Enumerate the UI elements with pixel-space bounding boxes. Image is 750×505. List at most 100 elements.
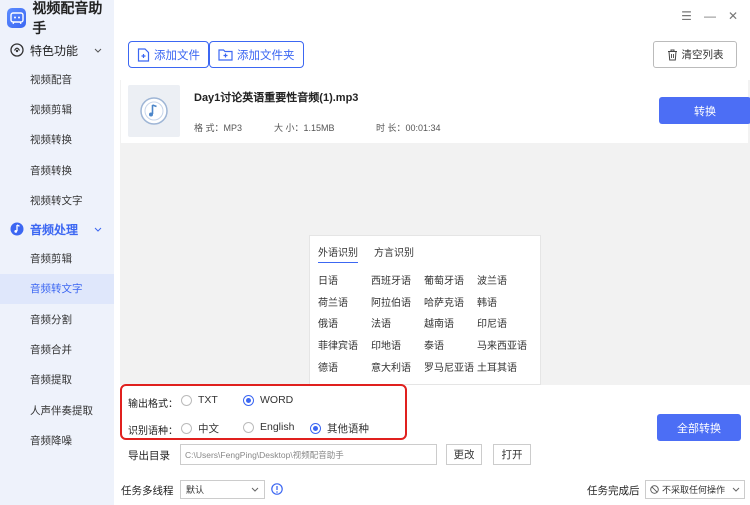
tab-foreign[interactable]: 外语识别	[318, 244, 358, 263]
sidebar-item[interactable]: 视频配音	[0, 64, 114, 94]
file-format: 格 式：MP3	[194, 123, 243, 133]
recognition-lang-label: 识别语种：	[128, 426, 178, 437]
after-complete-value: 不采取任何操作	[662, 485, 726, 495]
export-path-field[interactable]: C:\Users\FengPing\Desktop\视频配音助手	[180, 444, 437, 465]
sidebar-item[interactable]: 视频转换	[0, 125, 114, 155]
sidebar-section-features[interactable]: 特色功能	[0, 36, 114, 64]
language-option[interactable]: 法语	[371, 312, 424, 334]
radio-dot-selected	[310, 423, 321, 434]
language-option[interactable]: 泰语	[424, 334, 477, 356]
language-option[interactable]: 土耳其语	[477, 355, 530, 377]
window-controls: ☰ — ✕	[681, 9, 738, 23]
radio-label: TXT	[198, 394, 218, 406]
language-tabs: 外语识别 方言识别	[318, 244, 414, 263]
radio-label: English	[260, 421, 295, 433]
menu-icon[interactable]: ☰	[681, 9, 692, 23]
sidebar-section-label: 特色功能	[30, 43, 79, 58]
task-thread-select[interactable]: 默认	[180, 480, 265, 499]
radio-label: 中文	[198, 423, 219, 435]
task-thread-label: 任务多线程	[121, 485, 174, 497]
add-folder-icon	[218, 49, 233, 61]
language-option[interactable]: 哈萨克语	[424, 291, 477, 313]
radio-other-lang[interactable]: 其他语种	[310, 421, 369, 436]
language-option[interactable]: 越南语	[424, 312, 477, 334]
audio-icon	[10, 222, 24, 236]
radio-dot	[181, 423, 192, 434]
sidebar-item[interactable]: 人声伴奏提取	[0, 395, 114, 425]
language-option[interactable]: 印地语	[371, 334, 424, 356]
add-file-icon	[137, 47, 150, 62]
language-option[interactable]: 阿拉伯语	[371, 291, 424, 313]
output-format-label: 输出格式：	[128, 399, 178, 410]
radio-txt[interactable]: TXT	[181, 394, 218, 406]
radio-label: 其他语种	[327, 423, 369, 435]
convert-button[interactable]: 转换	[659, 97, 750, 124]
add-folder-label: 添加文件夹	[237, 49, 295, 62]
radio-english[interactable]: English	[243, 421, 294, 433]
language-option[interactable]: 菲律宾语	[318, 334, 371, 356]
language-panel: 外语识别 方言识别 日语 西班牙语 葡萄牙语 波兰语荷兰语 阿拉伯语 哈萨克语 韩语俄语 法语…	[309, 235, 541, 385]
file-duration: 时 长：00:01:34	[376, 123, 441, 133]
change-button[interactable]: 更改	[446, 444, 482, 465]
radio-label: WORD	[260, 394, 294, 406]
language-option[interactable]: 印尼语	[477, 312, 530, 334]
language-option[interactable]: 西班牙语	[371, 269, 424, 291]
open-button[interactable]: 打开	[493, 444, 531, 465]
chevron-down-icon	[732, 487, 740, 492]
radio-word[interactable]: WORD	[243, 394, 293, 406]
info-icon[interactable]	[271, 483, 283, 495]
add-folder-button[interactable]: 添加文件夹	[209, 41, 304, 68]
chevron-down-icon	[94, 48, 102, 53]
feature-icon	[10, 43, 24, 57]
language-option[interactable]: 罗马尼亚语	[424, 355, 477, 377]
sidebar-item[interactable]: 音频提取	[0, 365, 114, 395]
sidebar-item[interactable]: 音频转文字	[0, 273, 114, 305]
sidebar-item[interactable]: 音频剪辑	[0, 243, 114, 273]
language-option[interactable]: 日语	[318, 269, 371, 291]
language-option[interactable]: 葡萄牙语	[424, 269, 477, 291]
language-option[interactable]: 德语	[318, 355, 371, 377]
language-option[interactable]: 韩语	[477, 291, 530, 313]
sidebar-item[interactable]: 音频降噪	[0, 425, 114, 455]
chevron-down-icon	[251, 487, 259, 492]
sidebar-section-label: 音频处理	[30, 222, 79, 237]
file-name: Day1讨论英语重要性音频(1).mp3	[194, 92, 359, 104]
audio-thumbnail	[128, 85, 180, 137]
music-note-icon	[140, 97, 168, 125]
task-thread-value: 默认	[186, 485, 205, 495]
file-size: 大 小：1.15MB	[274, 123, 335, 133]
no-action-icon	[650, 485, 659, 494]
radio-dot-selected	[243, 394, 254, 406]
sidebar-item[interactable]: 音频分割	[0, 304, 114, 334]
language-option[interactable]: 荷兰语	[318, 291, 371, 313]
sidebar-item[interactable]: 视频剪辑	[0, 94, 114, 124]
add-file-label: 添加文件	[154, 49, 200, 62]
file-row[interactable]: Day1讨论英语重要性音频(1).mp3 格 式：MP3 大 小：1.15MB …	[121, 80, 750, 143]
sidebar-section-audio[interactable]: 音频处理	[0, 215, 114, 243]
convert-all-button[interactable]: 全部转换	[657, 414, 741, 441]
trash-icon	[667, 49, 677, 60]
export-dir-label: 导出目录	[128, 450, 170, 462]
clear-list-button[interactable]: 清空列表	[653, 41, 737, 68]
sidebar: 视频配音助手 特色功能 视频配音 视频剪辑 视频转换 音频转换 视频转文字 音频处理 音…	[0, 0, 114, 505]
radio-chinese[interactable]: 中文	[181, 421, 219, 436]
app-header: 视频配音助手	[0, 0, 114, 36]
add-file-button[interactable]: 添加文件	[128, 41, 209, 68]
language-option[interactable]: 俄语	[318, 312, 371, 334]
chevron-down-icon	[94, 227, 102, 232]
radio-dot	[181, 394, 192, 406]
language-option[interactable]: 意大利语	[371, 355, 424, 377]
sidebar-item[interactable]: 音频合并	[0, 334, 114, 364]
tab-dialect[interactable]: 方言识别	[374, 244, 414, 263]
minimize-icon[interactable]: —	[704, 9, 716, 23]
language-option[interactable]: 马来西亚语	[477, 334, 530, 356]
language-option[interactable]: 波兰语	[477, 269, 530, 291]
after-complete-label: 任务完成后	[587, 485, 640, 497]
app-title: 视频配音助手	[32, 0, 103, 36]
close-icon[interactable]: ✕	[728, 9, 738, 23]
after-complete-select[interactable]: 不采取任何操作	[645, 480, 745, 499]
app-logo-icon	[7, 8, 27, 28]
sidebar-item[interactable]: 视频转文字	[0, 185, 114, 215]
sidebar-item[interactable]: 音频转换	[0, 155, 114, 185]
language-grid: 日语 西班牙语 葡萄牙语 波兰语荷兰语 阿拉伯语 哈萨克语 韩语俄语 法语 越南语 印尼语菲律宾语…	[318, 269, 530, 377]
